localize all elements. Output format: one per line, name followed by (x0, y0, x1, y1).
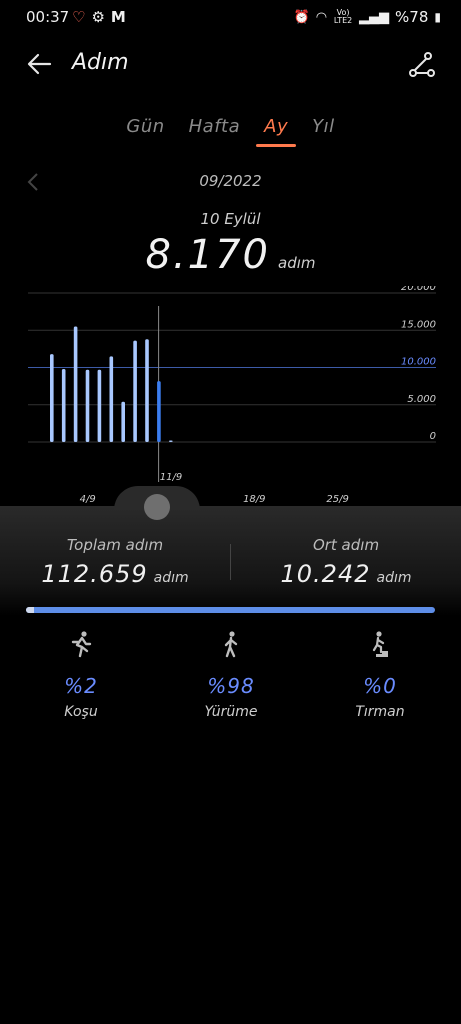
wifi-icon: ◠ (315, 9, 328, 25)
battery-icon: ▮ (434, 10, 441, 24)
climbing-label: Tırman (355, 704, 405, 720)
total-steps-unit: adım (153, 570, 189, 586)
y-tick-label: 0 (430, 431, 436, 442)
bar-9/9 (145, 339, 149, 442)
bar-10/9 (157, 381, 161, 442)
activity-share-running (26, 607, 35, 613)
gear-icon: ⚙ (91, 8, 105, 26)
walking-label: Yürüme (204, 704, 258, 720)
average-steps-label: Ort adım (312, 536, 380, 554)
battery-percent: %78 (395, 8, 429, 26)
alarm-icon: ⏰ (293, 9, 310, 25)
y-tick-label: 20.000 (401, 286, 436, 293)
bar-11/9 (169, 440, 173, 442)
tab-month[interactable]: Ay (252, 116, 300, 147)
share-icon[interactable] (409, 52, 435, 78)
activity-running: %2 Koşu (4, 630, 158, 720)
average-steps-value: 10.242 (280, 560, 371, 588)
activity-climbing: %0 Tırman (303, 630, 457, 720)
average-steps: 10.242 adım (231, 560, 461, 588)
total-steps-value: 112.659 (41, 560, 148, 588)
heart-icon: ♡ (72, 8, 86, 26)
running-percent: %2 (64, 674, 98, 698)
bar-5/9 (97, 369, 102, 442)
climbing-percent: %0 (363, 674, 397, 698)
arrow-left-icon[interactable] (26, 50, 54, 78)
total-steps: 112.659 adım (0, 560, 230, 588)
status-time: 00:37 (26, 8, 70, 26)
y-tick-label: 15.000 (401, 319, 436, 330)
running-icon (71, 631, 92, 658)
bar-3/9 (73, 326, 78, 442)
tab-year[interactable]: Yıl (300, 116, 347, 137)
x-tick-label: 11/9 (160, 472, 182, 483)
status-right-icons: ⏰ ◠ Vo) LTE2 ▂▄▆ %78 ▮ (294, 8, 441, 26)
page-title: Adım (72, 50, 129, 75)
status-left-icons: ♡ ⚙ M (72, 8, 126, 26)
bar-1/9 (50, 354, 54, 442)
chart-scrub-handle[interactable] (144, 494, 170, 520)
activity-walking: %98 Yürüme (154, 630, 308, 720)
walking-percent: %98 (207, 674, 255, 698)
selected-steps-unit: adım (278, 254, 316, 272)
tab-week[interactable]: Hafta (177, 116, 253, 137)
x-tick-label: 4/9 (80, 494, 96, 505)
tab-day[interactable]: Gün (114, 116, 176, 137)
network-label: Vo) LTE2 (333, 8, 353, 25)
total-steps-label: Toplam adım (66, 536, 164, 554)
steps-chart[interactable]: 20.000 15.000 10.000 5.000 0 4/9 11/9 18/9 25/9 (0, 286, 461, 516)
y-tick-label: 5.000 (407, 394, 436, 405)
selected-steps: 8.170 adım (0, 232, 461, 278)
bar-6/9 (109, 356, 114, 442)
bar-7/9 (121, 401, 125, 442)
signal-icon: ▂▄▆ (359, 9, 390, 25)
selected-steps-value: 8.170 (145, 232, 270, 278)
stairs-climbing-icon (370, 631, 388, 657)
status-bar: 00:37 ♡ ⚙ M ⏰ ◠ Vo) LTE2 ▂▄▆ %78 ▮ (0, 0, 461, 36)
period-tabs: Gün Hafta Ay Yıl (0, 116, 461, 147)
selected-day: 10 Eylül (200, 210, 261, 228)
x-tick-label: 18/9 (243, 494, 265, 505)
y-tick-label: 10.000 (401, 357, 436, 368)
bar-2/9 (61, 368, 66, 442)
running-label: Koşu (64, 704, 98, 720)
activity-share-bar (26, 607, 435, 613)
bar-8/9 (133, 340, 137, 442)
bar-4/9 (85, 369, 90, 442)
average-steps-unit: adım (376, 570, 412, 586)
x-tick-label: 25/9 (326, 494, 348, 505)
month-label: 09/2022 (199, 172, 262, 190)
walking-icon (224, 631, 238, 658)
gmail-icon: M (110, 8, 126, 26)
